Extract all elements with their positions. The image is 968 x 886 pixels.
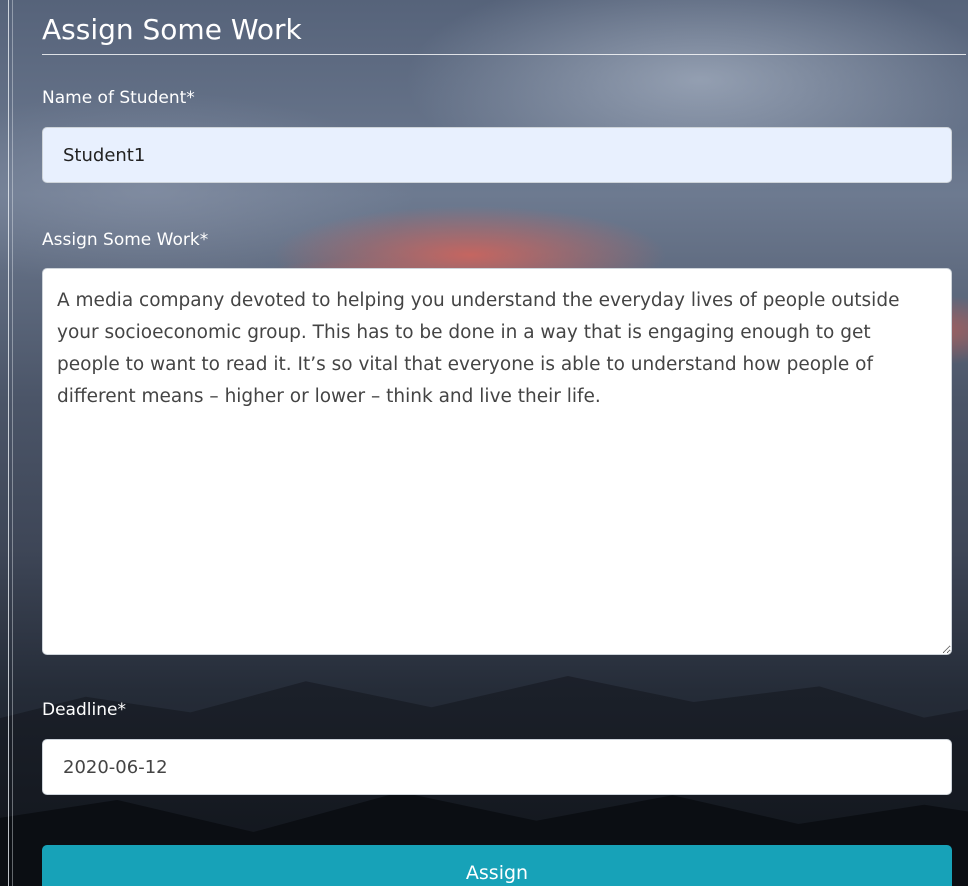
left-border-line — [8, 0, 9, 886]
student-name-input[interactable] — [42, 127, 952, 183]
work-label: Assign Some Work* — [42, 230, 209, 250]
work-textarea[interactable]: A media company devoted to helping you u… — [42, 268, 952, 655]
title-divider — [42, 54, 966, 55]
assign-button[interactable]: Assign — [42, 845, 952, 886]
deadline-label: Deadline* — [42, 700, 126, 720]
deadline-input[interactable] — [42, 739, 952, 795]
form-title: Assign Some Work — [42, 13, 302, 46]
left-border-line-inner — [12, 0, 13, 886]
student-name-label: Name of Student* — [42, 88, 195, 108]
